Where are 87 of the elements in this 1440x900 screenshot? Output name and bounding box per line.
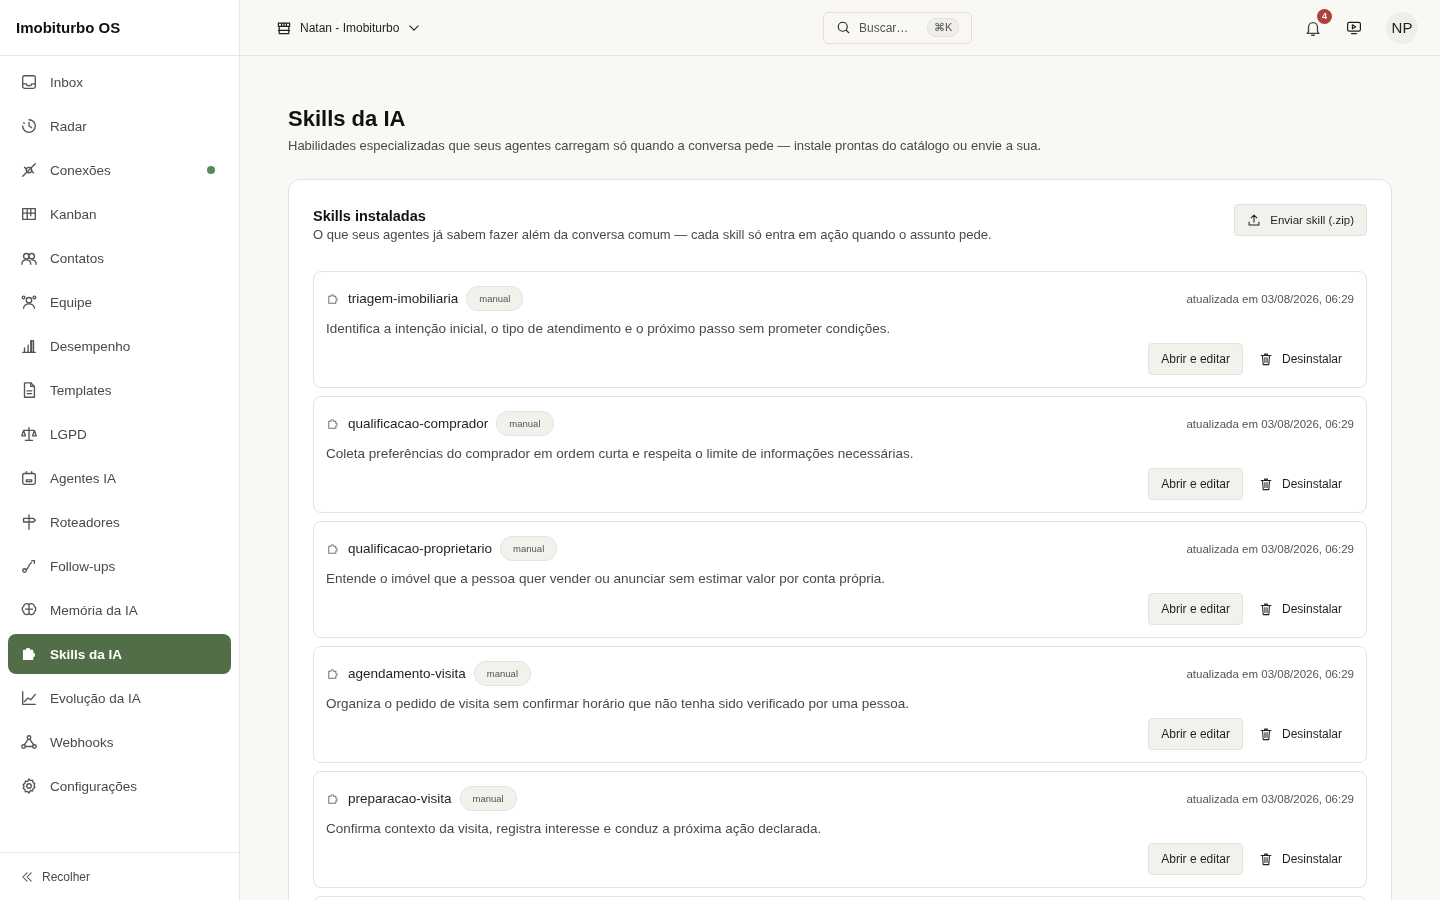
updated-date: atualizada em 03/08/2026, 06:29 <box>1186 417 1354 430</box>
sidebar-item[interactable]: Webhooks <box>8 722 231 762</box>
skill-name: preparacao-visita <box>348 791 452 806</box>
skill-name: qualificacao-proprietario <box>348 541 493 556</box>
workspace-switcher[interactable]: Natan - Imobiturbo <box>276 19 422 36</box>
settings-icon <box>20 777 38 795</box>
skill-name: agendamento-visita <box>348 666 466 681</box>
sidebar-item[interactable]: Kanban <box>8 194 231 234</box>
page-title: Skills da IA <box>288 106 407 132</box>
open-edit-button[interactable]: Abrir e editar <box>1148 343 1243 375</box>
shortcut-hint: ⌘K <box>927 18 960 37</box>
bar-chart-icon <box>20 337 38 355</box>
skill-description: Confirma contexto da visita, registra interesse e conduz a próxima ação declarada. <box>326 821 823 836</box>
skill-description: Organiza o pedido de visita sem confirmar horário que não tenha sido verificado por uma pessoa. <box>326 696 911 711</box>
sidebar-item[interactable]: LGPD <box>8 414 231 454</box>
trash-icon <box>1258 727 1273 741</box>
collapse-button[interactable]: Recolher <box>20 869 91 884</box>
sidebar-item[interactable]: Desempenho <box>8 326 231 366</box>
line-chart-icon <box>20 689 38 707</box>
sidebar-item[interactable]: Agentes IA <box>8 458 231 498</box>
sidebar-item[interactable]: Follow-ups <box>8 546 231 586</box>
notification-badge: 4 <box>1317 8 1332 24</box>
skill-name: qualificacao-comprador <box>348 416 489 431</box>
unplugged-icon <box>20 161 38 179</box>
uninstall-button[interactable]: Desinstalar <box>1258 477 1354 491</box>
open-edit-button[interactable]: Abrir e editar <box>1148 593 1243 625</box>
trash-icon <box>1258 852 1273 866</box>
puzzle-icon <box>326 291 340 306</box>
search-icon <box>836 20 851 35</box>
webhook-icon <box>20 733 38 751</box>
scale-icon <box>20 425 38 443</box>
skill-description: Coleta preferências do comprador em ordem curta e respeita o limite de informações necessárias. <box>326 446 915 461</box>
skill-tag: manual <box>459 786 517 811</box>
sidebar-item[interactable]: Configurações <box>8 766 231 806</box>
sidebar-item[interactable]: Roteadores <box>8 502 231 542</box>
search-box[interactable]: Buscar… ⌘K <box>823 11 973 44</box>
page-subtitle: Habilidades especializadas que seus agentes carregam só quando a conversa pede — instale prontas do catálogo ou envie a sua. <box>288 138 1043 153</box>
open-edit-button[interactable]: Abrir e editar <box>1148 468 1243 500</box>
puzzle-icon <box>20 645 38 663</box>
user-avatar[interactable]: NP <box>1386 11 1418 44</box>
uninstall-button[interactable]: Desinstalar <box>1258 352 1354 366</box>
signpost-icon <box>20 513 38 531</box>
uninstall-button[interactable]: Desinstalar <box>1258 852 1354 866</box>
app-title: Imobiturbo OS <box>16 19 121 36</box>
uninstall-button[interactable]: Desinstalar <box>1258 602 1354 616</box>
clock-icon <box>20 117 38 135</box>
uninstall-button[interactable]: Desinstalar <box>1258 727 1354 741</box>
skill-name: triagem-imobiliaria <box>348 291 459 306</box>
sidebar-item[interactable]: Evolução da IA <box>8 678 231 718</box>
monitor-play-icon[interactable] <box>1346 19 1362 36</box>
sidebar-item[interactable]: Inbox <box>8 62 231 102</box>
skill-tag: manual <box>500 536 558 561</box>
upload-icon <box>1247 213 1262 227</box>
trash-icon <box>1258 477 1273 491</box>
section-title: Skills instaladas <box>313 208 427 224</box>
puzzle-icon <box>326 666 340 681</box>
search-field[interactable]: Buscar… <box>859 20 919 35</box>
sidebar-item[interactable]: Memória da IA <box>8 590 231 630</box>
trash-icon <box>1258 602 1273 616</box>
double-chevron-left-icon <box>20 869 34 884</box>
team-icon <box>20 293 38 311</box>
route-icon <box>20 557 38 575</box>
sidebar-item[interactable]: Conexões <box>8 150 231 190</box>
open-edit-button[interactable]: Abrir e editar <box>1148 843 1243 875</box>
skill-description: Entende o imóvel que a pessoa quer vender ou anunciar sem estimar valor por conta própria. <box>326 571 887 586</box>
sidebar-item[interactable]: Radar <box>8 106 231 146</box>
open-edit-button[interactable]: Abrir e editar <box>1148 718 1243 750</box>
sidebar-item[interactable]: Equipe <box>8 282 231 322</box>
sidebar-item[interactable]: Contatos <box>8 238 231 278</box>
puzzle-icon <box>326 791 340 806</box>
trash-icon <box>1258 352 1273 366</box>
updated-date: atualizada em 03/08/2026, 06:29 <box>1186 667 1354 680</box>
puzzle-icon <box>326 416 340 431</box>
sidebar-item[interactable]: Templates <box>8 370 231 410</box>
skill-tag: manual <box>473 661 531 686</box>
skill-tag: manual <box>496 411 554 436</box>
updated-date: atualizada em 03/08/2026, 06:29 <box>1186 792 1354 805</box>
kanban-icon <box>20 205 38 223</box>
updated-date: atualizada em 03/08/2026, 06:29 <box>1186 542 1354 555</box>
sidebar-item[interactable]: Skills da IA <box>8 634 231 674</box>
puzzle-icon <box>326 541 340 556</box>
inbox-icon <box>20 73 38 91</box>
skill-tag: manual <box>466 286 524 311</box>
updated-date: atualizada em 03/08/2026, 06:29 <box>1186 292 1354 305</box>
upload-button[interactable]: Enviar skill (.zip) <box>1234 204 1367 236</box>
section-subtitle: O que seus agentes já sabem fazer além da conversa comum — cada skill só entra em ação quando o assunto pede. <box>313 227 992 242</box>
skill-description: Identifica a intenção inicial, o tipo de atendimento e o próximo passo sem prometer condições. <box>326 321 892 336</box>
